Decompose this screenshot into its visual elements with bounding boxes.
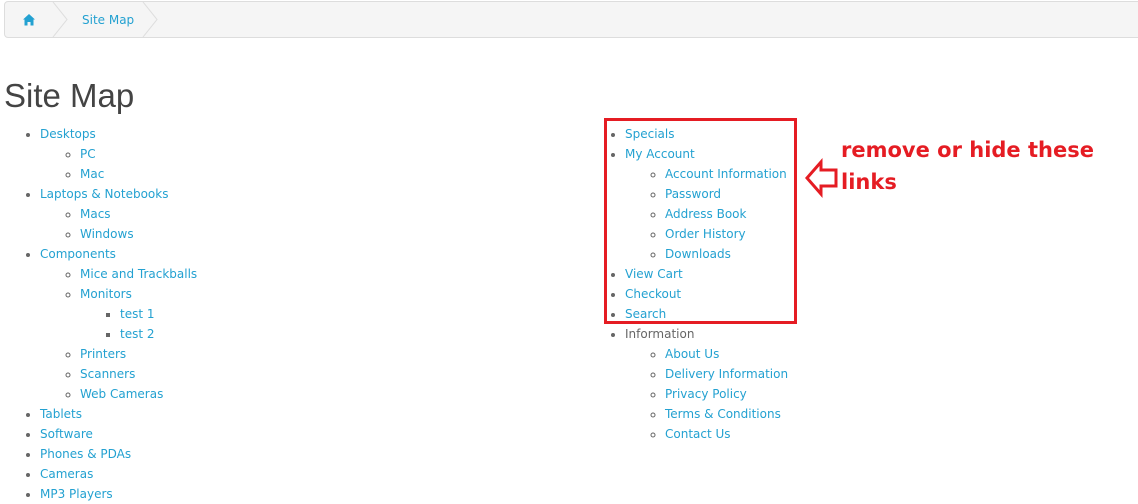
annotation-text-line: links <box>841 170 897 194</box>
page-title: Site Map <box>4 77 135 114</box>
sitemap-item-about-us: About Us <box>665 344 985 364</box>
sitemap-link-mac[interactable]: Mac <box>80 167 104 181</box>
sitemap-link-pc[interactable]: PC <box>80 147 96 161</box>
sitemap-item-cameras: Cameras <box>40 464 560 484</box>
sitemap-link-monitors[interactable]: Monitors <box>80 287 132 301</box>
breadcrumb-separator <box>52 2 68 37</box>
sitemap-sublist: Macs Windows <box>40 204 560 244</box>
sitemap-item-components: Components Mice and Trackballs Monitors tes… <box>40 244 560 404</box>
sitemap-link-laptops-and-notebooks[interactable]: Laptops & Notebooks <box>40 187 168 201</box>
annotation-highlight-box <box>604 118 797 324</box>
sitemap-link-test-2[interactable]: test 2 <box>120 327 155 341</box>
breadcrumb-sitemap-link[interactable]: Site Map <box>82 2 134 37</box>
sitemap-sublist: PC Mac <box>40 144 560 184</box>
sitemap-link-phones-and-pdas[interactable]: Phones & PDAs <box>40 447 131 461</box>
sitemap-item-terms-and-conditions: Terms & Conditions <box>665 404 985 424</box>
sitemap-link-mice-and-trackballs[interactable]: Mice and Trackballs <box>80 267 197 281</box>
breadcrumb-home-link[interactable] <box>5 2 53 37</box>
sitemap-item-mac: Mac <box>80 164 560 184</box>
sitemap-item-printers: Printers <box>80 344 560 364</box>
sitemap-item-windows: Windows <box>80 224 560 244</box>
sitemap-sublist: About Us Delivery Information Privacy Poli… <box>625 344 985 444</box>
sitemap-link-contact-us[interactable]: Contact Us <box>665 427 731 441</box>
breadcrumb: Site Map <box>4 1 1138 38</box>
sitemap-link-cameras[interactable]: Cameras <box>40 467 93 481</box>
breadcrumb-separator <box>142 2 158 37</box>
page: Site Map Site Map Desktops PC Mac Laptops &… <box>0 0 1138 504</box>
sitemap-item-contact-us: Contact Us <box>665 424 985 444</box>
sitemap-link-desktops[interactable]: Desktops <box>40 127 96 141</box>
home-icon <box>23 13 35 25</box>
sitemap-link-macs[interactable]: Macs <box>80 207 111 221</box>
categories-list: Desktops PC Mac Laptops & Notebooks Macs Wind… <box>0 124 560 504</box>
sitemap-link-windows[interactable]: Windows <box>80 227 134 241</box>
sitemap-link-scanners[interactable]: Scanners <box>80 367 135 381</box>
sitemap-item-phones-and-pdas: Phones & PDAs <box>40 444 560 464</box>
sitemap-link-printers[interactable]: Printers <box>80 347 126 361</box>
sitemap-item-macs: Macs <box>80 204 560 224</box>
sitemap-link-web-cameras[interactable]: Web Cameras <box>80 387 163 401</box>
sitemap-item-mice-and-trackballs: Mice and Trackballs <box>80 264 560 284</box>
annotation-text-line: remove or hide these <box>841 138 1094 162</box>
sitemap-link-components[interactable]: Components <box>40 247 116 261</box>
sitemap-item-test-1: test 1 <box>120 304 560 324</box>
sitemap-item-monitors: Monitors test 1 test 2 <box>80 284 560 344</box>
sitemap-label-information: Information <box>625 327 695 341</box>
sitemap-sublist: test 1 test 2 <box>80 304 560 344</box>
sitemap-sublist: Mice and Trackballs Monitors test 1 test 2 P… <box>40 264 560 404</box>
sitemap-item-tablets: Tablets <box>40 404 560 424</box>
sitemap-link-about-us[interactable]: About Us <box>665 347 719 361</box>
sitemap-item-information: Information About Us Delivery Information P… <box>625 324 985 444</box>
sitemap-item-desktops: Desktops PC Mac <box>40 124 560 184</box>
sitemap-item-test-2: test 2 <box>120 324 560 344</box>
sitemap-link-privacy-policy[interactable]: Privacy Policy <box>665 387 747 401</box>
sitemap-link-mp3-players[interactable]: MP3 Players <box>40 487 113 501</box>
sitemap-item-scanners: Scanners <box>80 364 560 384</box>
sitemap-categories-column: Desktops PC Mac Laptops & Notebooks Macs Wind… <box>0 124 560 504</box>
sitemap-item-delivery-information: Delivery Information <box>665 364 985 384</box>
sitemap-link-tablets[interactable]: Tablets <box>40 407 82 421</box>
sitemap-item-privacy-policy: Privacy Policy <box>665 384 985 404</box>
sitemap-item-laptops-and-notebooks: Laptops & Notebooks Macs Windows <box>40 184 560 244</box>
sitemap-link-software[interactable]: Software <box>40 427 93 441</box>
annotation-text: remove or hide these links <box>841 134 1121 198</box>
sitemap-link-terms-and-conditions[interactable]: Terms & Conditions <box>665 407 781 421</box>
left-arrow-icon <box>805 158 838 198</box>
sitemap-item-pc: PC <box>80 144 560 164</box>
sitemap-link-test-1[interactable]: test 1 <box>120 307 155 321</box>
sitemap-item-web-cameras: Web Cameras <box>80 384 560 404</box>
sitemap-link-delivery-information[interactable]: Delivery Information <box>665 367 788 381</box>
sitemap-item-mp3-players: MP3 Players <box>40 484 560 504</box>
sitemap-item-software: Software <box>40 424 560 444</box>
